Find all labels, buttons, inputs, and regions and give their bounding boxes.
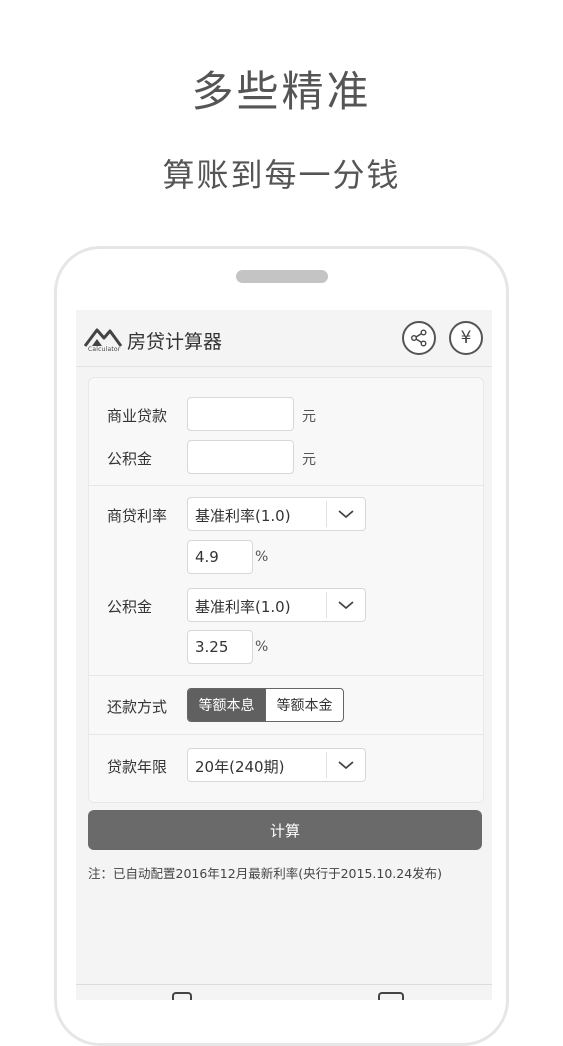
promo-headline: 多些精准: [191, 67, 372, 116]
commercial-rate-label: 商贷利率: [107, 507, 168, 525]
app-bar: Calculator 房贷计算器 ¥: [76, 310, 492, 367]
repayment-option-equal-installment[interactable]: 等额本息: [188, 689, 265, 721]
tab-calculator-icon[interactable]: [378, 992, 404, 1000]
loan-form-card: 商业贷款 元 公积金 元 商贷利率 基准利率(1.0) 4.9 % 公积金 基准…: [88, 377, 484, 803]
commercial-rate-input[interactable]: 4.9: [187, 540, 253, 574]
provident-rate-select-value: 基准利率(1.0): [195, 598, 291, 616]
select-separator: [326, 592, 327, 618]
chevron-down-icon: [338, 761, 354, 770]
phone-speaker: [236, 270, 328, 283]
provident-fund-label: 公积金: [107, 450, 153, 468]
loan-term-select-value: 20年(240期): [195, 758, 285, 776]
select-separator: [326, 752, 327, 778]
commercial-rate-unit: %: [255, 549, 269, 565]
provident-fund-unit: 元: [302, 452, 316, 468]
provident-rate-select[interactable]: 基准利率(1.0): [187, 588, 366, 622]
yuan-icon: ¥: [460, 328, 472, 348]
provident-rate-label: 公积金: [107, 598, 153, 616]
repayment-label: 还款方式: [107, 698, 168, 716]
calculate-button[interactable]: 计算: [88, 810, 482, 850]
provident-fund-input[interactable]: [187, 440, 294, 474]
commercial-rate-select[interactable]: 基准利率(1.0): [187, 497, 366, 531]
loan-term-select[interactable]: 20年(240期): [187, 748, 366, 782]
provident-rate-unit: %: [255, 639, 269, 655]
provident-rate-input[interactable]: 3.25: [187, 630, 253, 664]
divider: [89, 485, 483, 486]
logo-text: Calculator: [88, 346, 121, 353]
tab-bar-divider: [76, 984, 492, 985]
chevron-down-icon: [338, 510, 354, 519]
share-icon: [411, 329, 427, 347]
currency-button[interactable]: ¥: [449, 321, 483, 355]
app-title: 房贷计算器: [127, 331, 223, 353]
app-screen: Calculator 房贷计算器 ¥ 商业贷款 元 公积金 元 商贷利率 基准利: [76, 310, 492, 1000]
repayment-option-equal-principal[interactable]: 等额本金: [265, 689, 343, 721]
tab-home-icon[interactable]: [172, 992, 192, 1000]
repayment-segmented-control: 等额本息 等额本金: [187, 688, 344, 722]
divider: [89, 734, 483, 735]
share-button[interactable]: [402, 321, 436, 355]
commercial-rate-select-value: 基准利率(1.0): [195, 507, 291, 525]
commercial-loan-input[interactable]: [187, 397, 294, 431]
promo-subheadline: 算账到每一分钱: [162, 156, 401, 194]
loan-term-label: 贷款年限: [107, 758, 168, 776]
chevron-down-icon: [338, 601, 354, 610]
select-separator: [326, 501, 327, 527]
rate-note: 注：已自动配置2016年12月最新利率(央行于2015.10.24发布): [88, 866, 443, 881]
divider: [89, 675, 483, 676]
commercial-loan-label: 商业贷款: [107, 407, 168, 425]
commercial-loan-unit: 元: [302, 409, 316, 425]
